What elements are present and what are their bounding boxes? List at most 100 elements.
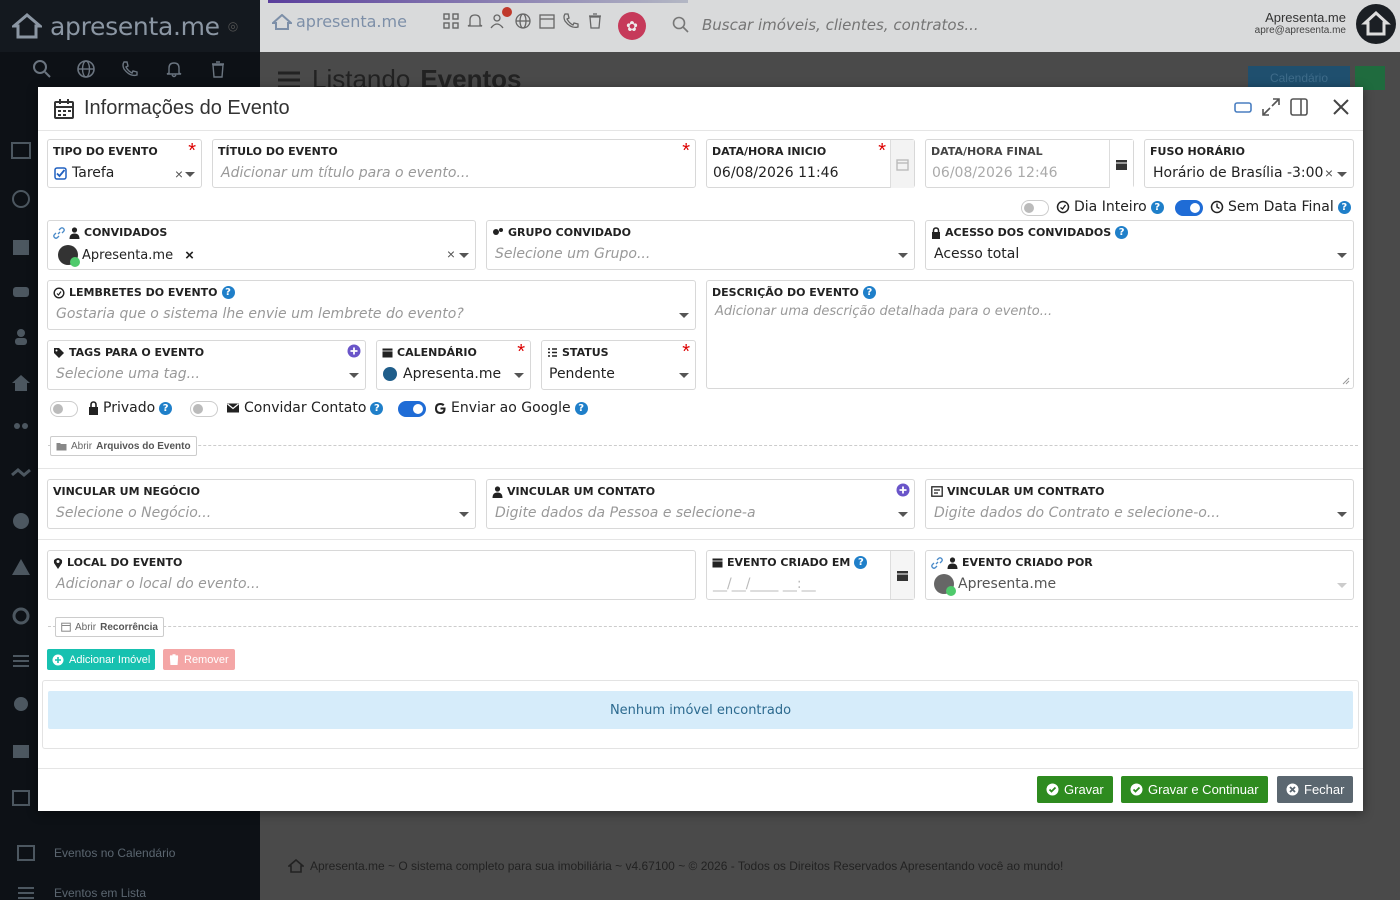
calendar-icon[interactable] bbox=[538, 12, 556, 30]
titulo-evento-field[interactable]: TÍTULO DO EVENTO * Adicionar um título p… bbox=[212, 139, 696, 188]
apps-grid-icon[interactable] bbox=[442, 12, 460, 30]
field-label: STATUS bbox=[547, 346, 609, 359]
sidebar-panel-icon[interactable] bbox=[1289, 97, 1309, 117]
global-search-input[interactable] bbox=[702, 14, 1102, 36]
lock-icon bbox=[932, 226, 940, 239]
tipo-evento-select[interactable]: TIPO DO EVENTO * Tarefa × bbox=[47, 139, 202, 188]
acesso-convidados-select[interactable]: ACESSO DOS CONVIDADOS ? Acesso total bbox=[925, 220, 1354, 270]
tags-placeholder: Selecione uma tag... bbox=[56, 366, 200, 382]
chevron-down-icon[interactable] bbox=[459, 253, 469, 258]
convidar-contato-toggle[interactable] bbox=[190, 401, 218, 417]
abrir-recorrencia-button[interactable]: Abrir Recorrência bbox=[55, 617, 164, 637]
chevron-down-icon[interactable] bbox=[1337, 512, 1347, 517]
enviar-google-label: Enviar ao Google bbox=[451, 400, 571, 416]
help-icon[interactable]: ? bbox=[574, 401, 588, 415]
sidebar-item-label: Eventos no Calendário bbox=[54, 846, 176, 860]
expand-icon[interactable] bbox=[1261, 97, 1281, 117]
globe-icon[interactable] bbox=[514, 12, 532, 30]
close-circle-icon bbox=[1286, 783, 1299, 796]
calendar-picker-button[interactable] bbox=[890, 551, 914, 599]
bell-icon[interactable] bbox=[466, 12, 484, 30]
help-icon[interactable]: ? bbox=[854, 556, 868, 569]
calendar-icon bbox=[897, 570, 908, 581]
chevron-down-icon[interactable] bbox=[1337, 172, 1347, 177]
trash-icon[interactable] bbox=[208, 59, 228, 79]
criado-em-label: EVENTO CRIADO EM bbox=[727, 556, 851, 569]
sem-data-final-toggle[interactable] bbox=[1175, 200, 1203, 216]
close-icon[interactable] bbox=[1331, 97, 1351, 117]
chevron-down-icon[interactable] bbox=[459, 512, 469, 517]
phone-icon[interactable] bbox=[120, 59, 140, 79]
convidados-select[interactable]: CONVIDADOS Apresenta.me × × bbox=[47, 220, 476, 270]
field-label: VINCULAR UM NEGÓCIO bbox=[53, 485, 200, 498]
phone-icon[interactable] bbox=[562, 12, 580, 30]
gravar-button[interactable]: Gravar bbox=[1037, 776, 1113, 803]
help-icon[interactable]: ? bbox=[1150, 200, 1164, 214]
calendario-select[interactable]: CALENDÁRIO * Apresenta.me bbox=[376, 340, 531, 390]
data-final-field[interactable]: DATA/HORA FINAL 06/08/2026 12:46 bbox=[925, 139, 1134, 188]
vincular-contrato-select[interactable]: VINCULAR UM CONTRATO Digite dados do Con… bbox=[925, 479, 1354, 529]
chevron-down-icon[interactable] bbox=[898, 512, 908, 517]
help-icon[interactable]: ? bbox=[862, 286, 876, 299]
bell-icon[interactable] bbox=[164, 59, 184, 79]
calendar-picker-button[interactable] bbox=[1109, 140, 1133, 188]
local-evento-field[interactable]: LOCAL DO EVENTO Adicionar o local do eve… bbox=[47, 550, 696, 600]
avatar[interactable] bbox=[1356, 4, 1396, 44]
help-icon[interactable]: ? bbox=[1337, 200, 1351, 214]
chevron-down-icon[interactable] bbox=[185, 172, 195, 177]
lembretes-select[interactable]: LEMBRETES DO EVENTO ? Gostaria que o sis… bbox=[47, 280, 696, 330]
settings-icon[interactable]: ◎ bbox=[228, 19, 238, 33]
flower-icon[interactable]: ✿ bbox=[618, 12, 646, 40]
tags-select[interactable]: TAGS PARA O EVENTO Selecione uma tag... bbox=[47, 340, 366, 390]
help-icon[interactable]: ? bbox=[1115, 226, 1129, 239]
modal-header: Informações do Evento bbox=[38, 87, 1363, 130]
help-icon[interactable]: ? bbox=[221, 286, 235, 299]
help-icon[interactable]: ? bbox=[159, 401, 173, 415]
grupo-convidado-select[interactable]: GRUPO CONVIDADO Selecione um Grupo... bbox=[486, 220, 915, 270]
topbar-brand[interactable]: apresenta.me bbox=[272, 12, 407, 31]
trash-icon[interactable] bbox=[586, 12, 604, 30]
add-circle-icon[interactable] bbox=[896, 483, 910, 497]
add-circle-icon[interactable] bbox=[347, 344, 361, 358]
data-inicio-field[interactable]: DATA/HORA INICIO * 06/08/2026 11:46 bbox=[706, 139, 915, 188]
enviar-google-toggle[interactable] bbox=[398, 401, 426, 417]
chevron-down-icon[interactable] bbox=[1337, 253, 1347, 258]
sidebar-item-eventos-calendario[interactable]: Eventos no Calendário bbox=[16, 844, 175, 862]
dia-inteiro-toggle[interactable] bbox=[1021, 200, 1049, 216]
fechar-button[interactable]: Fechar bbox=[1277, 776, 1354, 803]
chevron-down-icon[interactable] bbox=[679, 313, 689, 318]
clear-icon[interactable]: × bbox=[1325, 165, 1333, 181]
criado-em-field[interactable]: EVENTO CRIADO EM ? __/__/____ __:__ bbox=[706, 550, 915, 600]
search-icon[interactable] bbox=[32, 59, 52, 79]
remover-button[interactable]: Remover bbox=[163, 649, 235, 670]
clear-icon[interactable]: × bbox=[447, 246, 455, 262]
criado-por-select[interactable]: EVENTO CRIADO POR Apresenta.me bbox=[925, 550, 1354, 600]
chevron-down-icon[interactable] bbox=[679, 373, 689, 378]
tags-label: TAGS PARA O EVENTO bbox=[69, 346, 205, 359]
sidebar-item-eventos-lista[interactable]: Eventos em Lista bbox=[16, 884, 146, 900]
help-icon[interactable]: ? bbox=[370, 401, 384, 415]
privado-toggle[interactable] bbox=[50, 401, 78, 417]
resize-handle-icon[interactable] bbox=[1341, 376, 1350, 385]
convidado-chip-label: Apresenta.me bbox=[82, 247, 174, 263]
folder-icon bbox=[56, 442, 67, 450]
user-info[interactable]: Apresenta.me apre@apresenta.me bbox=[1180, 10, 1346, 36]
minimize-icon[interactable] bbox=[1233, 97, 1253, 117]
descricao-textarea[interactable]: DESCRIÇÃO DO EVENTO ? Adicionar uma desc… bbox=[706, 280, 1354, 389]
remove-chip-icon[interactable]: × bbox=[185, 247, 194, 264]
status-select[interactable]: STATUS * Pendente bbox=[541, 340, 696, 390]
chevron-down-icon[interactable] bbox=[898, 253, 908, 258]
chevron-down-icon[interactable] bbox=[349, 373, 359, 378]
sidebar-brand[interactable]: apresenta.me bbox=[50, 12, 220, 41]
adicionar-imovel-button[interactable]: Adicionar Imóvel bbox=[47, 649, 156, 670]
gravar-continuar-button[interactable]: Gravar e Continuar bbox=[1121, 776, 1268, 803]
calendar-picker-button[interactable] bbox=[890, 140, 914, 188]
globe-icon[interactable] bbox=[76, 59, 96, 79]
chevron-down-icon[interactable] bbox=[514, 373, 524, 378]
clear-icon[interactable]: × bbox=[175, 166, 183, 182]
abrir-arquivos-button[interactable]: Abrir Arquivos do Evento bbox=[50, 436, 197, 456]
vincular-contato-select[interactable]: VINCULAR UM CONTATO Digite dados da Pess… bbox=[486, 479, 915, 529]
fuso-horario-select[interactable]: FUSO HORÁRIO Horário de Brasília -3:00 × bbox=[1144, 139, 1354, 188]
vincular-negocio-select[interactable]: VINCULAR UM NEGÓCIO Selecione o Negócio.… bbox=[47, 479, 476, 529]
link-icon bbox=[53, 226, 65, 239]
